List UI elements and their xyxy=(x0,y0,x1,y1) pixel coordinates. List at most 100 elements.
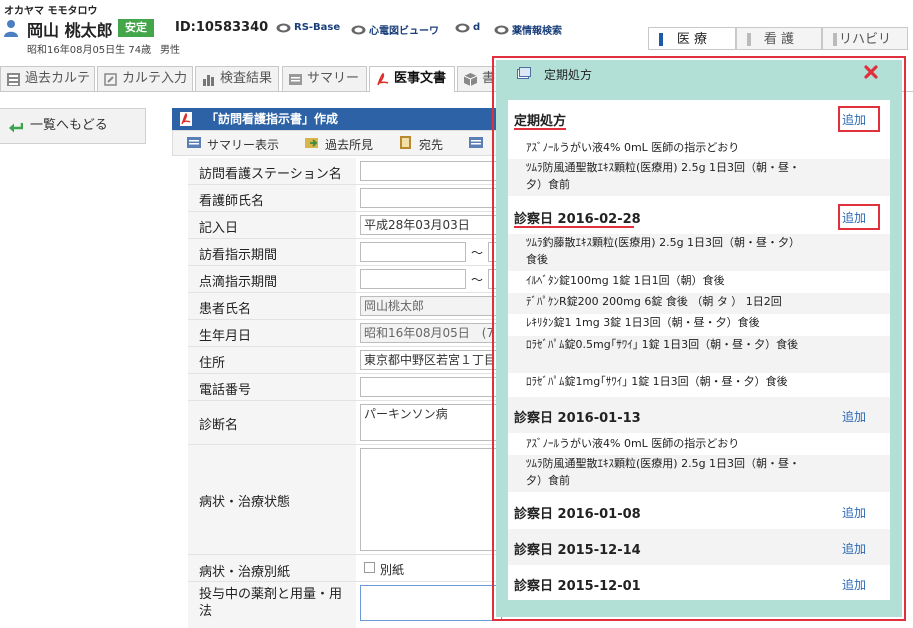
form-toolbar: サマリー表示 過去所見 宛先 xyxy=(172,130,502,156)
link-label: RS-Base xyxy=(294,22,341,33)
folder-arrow-icon xyxy=(305,138,318,148)
visit-period-start-input[interactable] xyxy=(360,242,466,262)
dept-tab-rehab[interactable]: リハビリ xyxy=(822,27,908,50)
box-icon xyxy=(464,73,477,86)
link-label: 心電図ビューワ xyxy=(369,26,439,37)
entry-date-input[interactable]: 平成28年03月03日 xyxy=(360,215,502,235)
form-row: 訪問看護ステーション名 xyxy=(188,158,502,185)
tab-label: 検査結果 xyxy=(220,71,273,86)
address-book-icon xyxy=(400,136,411,149)
patient-kana: オカヤマ モモタロウ xyxy=(4,6,98,17)
field-label: 病状・治療別紙 xyxy=(199,565,291,580)
tab-label: リハビリ xyxy=(838,32,891,47)
form-row: 訪看指示期間 ～ xyxy=(188,239,502,266)
tab-summary[interactable]: サマリー xyxy=(282,66,367,91)
back-label: 一覧へもどる xyxy=(30,118,108,133)
tab-indicator xyxy=(659,33,663,46)
link-label: d xyxy=(473,22,481,33)
link-d[interactable]: d xyxy=(455,22,480,33)
bar-chart-icon xyxy=(203,75,214,86)
link-rs-base[interactable]: RS-Base xyxy=(276,22,340,33)
diagnosis-input[interactable]: パーキンソン病 xyxy=(360,404,502,441)
field-label: 訪問看護ステーション名 xyxy=(199,167,342,182)
cloud-link-icon xyxy=(276,23,291,33)
form-row: 生年月日 昭和16年08月05日 (7 xyxy=(188,320,502,347)
form-row: 診断名 パーキンソン病 xyxy=(188,401,502,445)
person-icon xyxy=(4,20,18,37)
drip-period-start-input[interactable] xyxy=(360,269,466,289)
pdf-icon xyxy=(377,73,389,86)
separate-sheet-checkbox[interactable] xyxy=(364,562,375,573)
field-label: 点滴指示期間 xyxy=(199,275,278,290)
form-row: 投与中の薬剤と用量・用法 xyxy=(188,582,502,628)
phone-input[interactable] xyxy=(360,377,502,397)
dept-tab-medical[interactable]: 医 療 xyxy=(648,27,736,50)
field-label: 住所 xyxy=(199,356,226,371)
list-icon xyxy=(469,137,483,148)
tab-past-karte[interactable]: 過去カルテ xyxy=(0,66,95,91)
field-label: 生年月日 xyxy=(199,329,252,344)
form-row: 患者氏名 岡山桃太郎 xyxy=(188,293,502,320)
field-label: 記入日 xyxy=(199,221,239,236)
nurse-name-input[interactable] xyxy=(360,188,502,208)
grid-icon xyxy=(7,73,20,86)
link-label: 薬情報検索 xyxy=(512,26,562,37)
edit-icon xyxy=(104,73,117,86)
cloud-link-icon xyxy=(455,23,470,33)
tab-label: 医 療 xyxy=(676,32,708,47)
tab-indicator xyxy=(747,33,751,46)
condition-textarea[interactable] xyxy=(360,448,502,551)
form-row: 病状・治療状態 xyxy=(188,445,502,555)
tab-indicator xyxy=(833,33,837,46)
form-row: 電話番号 xyxy=(188,374,502,401)
toolbar-label: サマリー表示 xyxy=(207,138,280,152)
status-badge: 安定 xyxy=(118,19,154,37)
pdf-icon xyxy=(180,112,192,126)
tab-docs-other[interactable]: 書 xyxy=(457,66,497,91)
address-button[interactable]: 宛先 xyxy=(399,136,443,153)
summary-view-button[interactable]: サマリー表示 xyxy=(187,136,279,153)
back-to-list-button[interactable]: 一覧へもどる xyxy=(0,108,146,144)
range-separator: ～ xyxy=(471,246,484,260)
field-label: 訪看指示期間 xyxy=(199,248,278,263)
dept-tab-nursing[interactable]: 看 護 xyxy=(736,27,822,50)
tab-karte-input[interactable]: カルテ入力 xyxy=(97,66,193,91)
address-input[interactable]: 東京都中野区若宮１丁目 xyxy=(360,350,502,370)
tab-medical-docs[interactable]: 医事文書 xyxy=(369,66,455,92)
form-title: 「訪問看護指示書」作成 xyxy=(172,108,502,130)
form-row: 病状・治療別紙 別紙 xyxy=(188,555,502,582)
form-row: 住所 東京都中野区若宮１丁目 xyxy=(188,347,502,374)
link-drug-search[interactable]: 薬情報検索 xyxy=(494,22,562,37)
checkbox-label: 別紙 xyxy=(380,563,405,577)
link-ecg-viewer[interactable]: 心電図ビューワ xyxy=(351,22,439,37)
toolbar-label: 宛先 xyxy=(419,138,444,152)
patient-name: 岡山 桃太郎 xyxy=(27,21,113,40)
summary-icon xyxy=(289,74,302,85)
field-label: 看護師氏名 xyxy=(199,194,265,209)
medication-textarea[interactable] xyxy=(360,585,502,621)
tab-label: 看 護 xyxy=(763,32,795,47)
tab-test-results[interactable]: 検査結果 xyxy=(195,66,279,91)
patient-id: ID:10583340 xyxy=(175,20,269,35)
form-row: 点滴指示期間 ～ xyxy=(188,266,502,293)
form-row: 記入日 平成28年03月03日 xyxy=(188,212,502,239)
station-name-input[interactable] xyxy=(360,161,502,181)
tab-label: 過去カルテ xyxy=(25,71,91,86)
highlight-outline xyxy=(492,56,906,621)
past-findings-button[interactable]: 過去所見 xyxy=(305,136,373,153)
field-label: 患者氏名 xyxy=(199,302,252,317)
tab-label: 医事文書 xyxy=(394,71,447,86)
tab-label: カルテ入力 xyxy=(122,71,188,86)
field-label: 投与中の薬剤と用量・用法 xyxy=(199,587,343,619)
list-icon xyxy=(187,137,201,148)
cloud-link-icon xyxy=(351,25,366,35)
birth-age: 昭和16年08月05日生 74歳 xyxy=(27,45,152,56)
field-label: 電話番号 xyxy=(199,383,252,398)
range-separator: ～ xyxy=(471,273,484,287)
cloud-link-icon xyxy=(494,25,509,35)
tab-label: サマリー xyxy=(307,71,360,86)
patient-name-field: 岡山桃太郎 xyxy=(360,296,502,316)
return-arrow-icon xyxy=(9,123,23,133)
sex: 男性 xyxy=(160,45,180,56)
birthdate-field: 昭和16年08月05日 (7 xyxy=(360,323,502,343)
